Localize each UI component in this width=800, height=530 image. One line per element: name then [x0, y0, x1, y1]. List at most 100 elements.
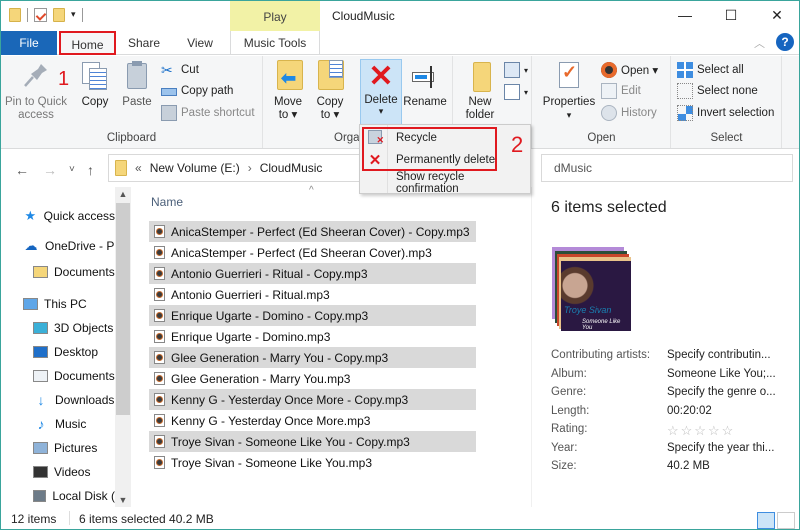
copy-to-button[interactable]: Copy to ▾	[312, 60, 348, 122]
tab-share[interactable]: Share	[121, 31, 167, 55]
cut-button[interactable]: ✂ Cut	[161, 60, 199, 80]
close-button[interactable]: ✕	[754, 4, 799, 28]
contextual-tab-play: Play	[230, 1, 320, 31]
details-view-button[interactable]	[757, 512, 775, 529]
rating-stars[interactable]: ☆☆☆☆☆	[667, 423, 735, 441]
file-row[interactable]: AnicaStemper - Perfect (Ed Sheeran Cover…	[149, 242, 476, 263]
maximize-button[interactable]: ☐	[708, 4, 754, 28]
sidebar-item[interactable]: Documents	[33, 261, 115, 283]
file-row[interactable]: Kenny G - Yesterday Once More - Copy.mp3	[149, 389, 476, 410]
mp3-file-icon	[154, 414, 165, 427]
recent-locations-icon[interactable]: ˅	[69, 164, 75, 175]
property-value[interactable]: 40.2 MB	[667, 460, 710, 478]
file-row[interactable]: Glee Generation - Marry You.mp3	[149, 368, 476, 389]
delete-dropdown-caret[interactable]: ▾	[361, 106, 401, 117]
tab-home[interactable]: Home	[59, 31, 116, 55]
delete-button[interactable]: ✕ Delete ▾	[360, 59, 402, 125]
file-row[interactable]: AnicaStemper - Perfect (Ed Sheeran Cover…	[149, 221, 476, 242]
file-row[interactable]: Glee Generation - Marry You - Copy.mp3	[149, 347, 476, 368]
sidebar-item[interactable]: Documents	[33, 365, 115, 387]
file-row[interactable]: Antonio Guerrieri - Ritual.mp3	[149, 284, 476, 305]
file-row[interactable]: Enrique Ugarte - Domino.mp3	[149, 326, 476, 347]
forward-arrow-icon[interactable]: →	[43, 162, 57, 178]
sidebar-item[interactable]: 3D Objects	[33, 317, 115, 339]
copy-path-button[interactable]: Copy path	[161, 81, 233, 101]
tab-view[interactable]: View	[177, 31, 223, 55]
properties-icon[interactable]	[34, 8, 47, 22]
edit-button[interactable]: Edit	[601, 81, 641, 101]
scroll-up-arrow[interactable]: ▲	[115, 189, 131, 199]
help-icon[interactable]: ?	[776, 33, 794, 51]
file-row[interactable]: Enrique Ugarte - Domino - Copy.mp3	[149, 305, 476, 326]
navigation-scrollbar[interactable]: ▲ ▼	[115, 187, 131, 507]
monitor-icon	[23, 298, 38, 310]
select-none-button[interactable]: Select none	[677, 81, 758, 101]
collapse-ribbon-icon[interactable]: ︿	[754, 35, 765, 51]
property-value[interactable]: Specify contributin...	[667, 349, 771, 367]
sidebar-item[interactable]: Desktop	[33, 341, 115, 363]
history-button[interactable]: History	[601, 103, 657, 123]
file-row[interactable]: Troye Sivan - Someone Like You.mp3	[149, 452, 476, 473]
property-value[interactable]: Someone Like You;...	[667, 368, 776, 386]
move-to-button[interactable]: ⬅ Move to ▾	[270, 60, 306, 122]
back-arrow-icon[interactable]: ←	[15, 162, 29, 178]
breadcrumb-cloudmusic[interactable]: CloudMusic	[260, 161, 323, 175]
sidebar-item[interactable]: Local Disk (	[33, 485, 115, 507]
new-folder-icon[interactable]	[53, 8, 65, 22]
easy-access-button[interactable]: ▾	[504, 82, 528, 102]
scroll-thumb[interactable]	[116, 203, 130, 415]
mp3-file-icon	[154, 267, 165, 280]
breadcrumb-separator[interactable]: ›	[248, 161, 252, 175]
new-folder-label-1: New	[468, 96, 492, 108]
pin-label-2: access	[18, 109, 54, 121]
sidebar-item[interactable]: ★ Quick access	[23, 205, 115, 227]
properties-button[interactable]: ✓ Properties ▾	[539, 60, 599, 122]
large-icons-view-button[interactable]	[777, 512, 795, 529]
folder-icon[interactable]	[9, 8, 21, 22]
file-row[interactable]: Antonio Guerrieri - Ritual - Copy.mp3	[149, 263, 476, 284]
item-count: 12 items	[11, 512, 57, 526]
minimize-button[interactable]: —	[662, 4, 708, 28]
tab-music-tools[interactable]: Music Tools	[230, 31, 320, 55]
sidebar-item[interactable]: Videos	[33, 461, 115, 483]
picture-icon	[33, 442, 48, 454]
edit-icon	[601, 83, 617, 99]
property-value[interactable]: Specify the genre o...	[667, 386, 776, 404]
download-arrow-icon: ↓	[37, 392, 45, 408]
copy-icon	[80, 60, 110, 92]
new-item-button[interactable]: ▾	[504, 60, 528, 80]
property-row: Size: 40.2 MB	[551, 460, 710, 478]
scroll-down-arrow[interactable]: ▼	[115, 495, 131, 505]
step-2-annotation: 2	[511, 132, 524, 157]
rename-button[interactable]: Rename	[403, 60, 447, 109]
column-header-name[interactable]: Name	[151, 195, 183, 209]
copy-button[interactable]: Copy	[77, 60, 113, 109]
sidebar-item[interactable]: Pictures	[33, 437, 115, 459]
customize-toolbar-dropdown-icon[interactable]: ▾	[71, 9, 76, 20]
menu-item-show-recycle-confirmation[interactable]: Show recycle confirmation	[360, 171, 530, 195]
file-row[interactable]: Troye Sivan - Someone Like You - Copy.mp…	[149, 431, 476, 452]
overflow-chevron[interactable]: «	[135, 161, 142, 175]
open-button[interactable]: Open ▾	[601, 60, 658, 80]
up-arrow-icon[interactable]: ↑	[87, 162, 94, 178]
property-value[interactable]: Specify the year thi...	[667, 442, 774, 460]
sidebar-item[interactable]: ♪ Music	[33, 413, 115, 435]
search-box[interactable]: dMusic	[541, 154, 793, 182]
sidebar-item[interactable]: This PC	[23, 293, 115, 315]
breadcrumb-new-volume[interactable]: New Volume (E:)	[150, 161, 240, 175]
paste-shortcut-label: Paste shortcut	[181, 107, 255, 119]
invert-selection-button[interactable]: Invert selection	[677, 103, 774, 123]
new-folder-button[interactable]: New folder	[460, 60, 500, 122]
property-value[interactable]: 00:20:02	[667, 405, 712, 423]
paste-button[interactable]: Paste	[119, 60, 155, 109]
tab-file[interactable]: File	[1, 31, 57, 55]
red-x-delete-icon: ✕	[368, 60, 394, 93]
paste-shortcut-button[interactable]: Paste shortcut	[161, 103, 255, 123]
file-row[interactable]: Kenny G - Yesterday Once More.mp3	[149, 410, 476, 431]
sidebar-item[interactable]: ↓ Downloads	[33, 389, 115, 411]
sidebar-item[interactable]: ☁ OneDrive - P	[23, 235, 115, 257]
invert-selection-icon	[677, 105, 693, 121]
step-1-annotation: 1	[58, 68, 70, 90]
select-all-button[interactable]: Select all	[677, 60, 744, 80]
cut-label: Cut	[181, 64, 199, 76]
